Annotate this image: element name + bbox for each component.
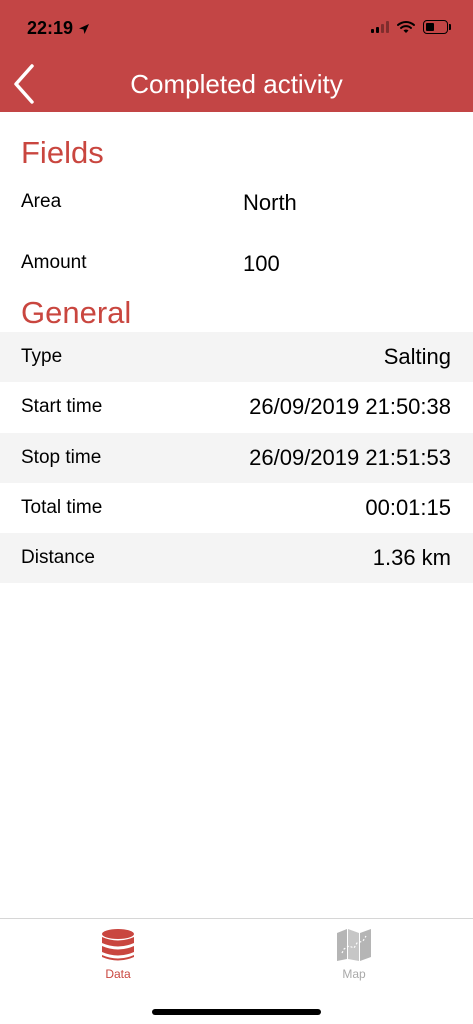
tab-map[interactable]: Map (294, 927, 414, 987)
map-icon (337, 929, 371, 961)
wifi-icon (397, 21, 415, 33)
status-time: 22:19 (27, 18, 74, 38)
table-row-total-time: Total time 00:01:15 (0, 483, 473, 533)
status-clock: 22:19 (27, 18, 90, 39)
row-label: Stop time (21, 447, 102, 468)
table-row-stop-time: Stop time 26/09/2019 21:51:53 (0, 433, 473, 483)
header: 22:19 Completed activity (0, 0, 473, 112)
field-label-amount: Amount (21, 252, 87, 273)
table-row-distance: Distance 1.36 km (0, 533, 473, 583)
row-label: Start time (21, 396, 103, 417)
section-heading-general: General (21, 295, 132, 330)
row-value: 1.36 km (372, 545, 451, 570)
home-indicator (152, 1009, 321, 1015)
row-value: 26/09/2019 21:50:38 (249, 394, 451, 419)
cellular-signal-icon (371, 21, 389, 33)
status-bar: 22:19 (0, 0, 473, 56)
table-row-type: Type Salting (0, 332, 473, 382)
status-icons (371, 20, 451, 34)
row-label: Total time (21, 497, 103, 518)
row-value: 00:01:15 (365, 495, 451, 520)
database-icon (102, 929, 134, 961)
page-title: Completed activity (130, 69, 343, 99)
tab-label-data: Data (105, 967, 131, 981)
row-label: Distance (21, 547, 95, 568)
table-row-start-time: Start time 26/09/2019 21:50:38 (0, 382, 473, 432)
section-heading-fields: Fields (21, 135, 104, 170)
field-value-area: North (243, 190, 297, 215)
tab-label-map: Map (342, 967, 366, 981)
tab-data[interactable]: Data (58, 927, 178, 987)
row-value: Salting (383, 344, 451, 369)
row-label: Type (21, 346, 63, 367)
field-value-amount: 100 (243, 251, 280, 276)
battery-icon (423, 20, 451, 34)
field-label-area: Area (21, 191, 62, 212)
row-value: 26/09/2019 21:51:53 (249, 445, 451, 470)
location-arrow-icon (79, 23, 90, 34)
navigation-bar: Completed activity (0, 56, 473, 112)
